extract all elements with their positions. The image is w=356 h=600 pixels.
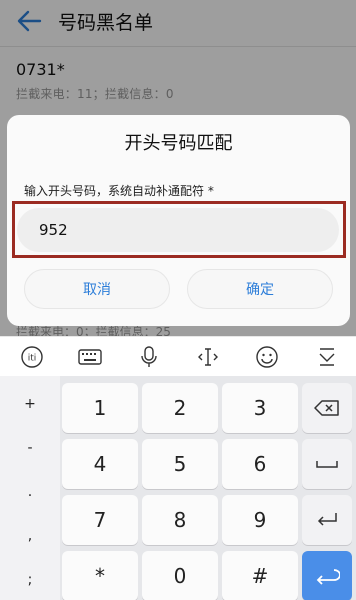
backspace-key[interactable] bbox=[302, 383, 352, 433]
digit-key-9[interactable]: 9 bbox=[222, 495, 298, 545]
input-hint: 输入开头号码，系统自动补通配符 * bbox=[24, 184, 214, 198]
space-key[interactable] bbox=[302, 439, 352, 489]
digit-key-7[interactable]: 7 bbox=[62, 495, 138, 545]
microphone-icon[interactable] bbox=[136, 344, 162, 370]
backspace-icon bbox=[314, 400, 339, 416]
digit-key-0[interactable]: 0 bbox=[142, 551, 218, 600]
digit-key-3[interactable]: 3 bbox=[222, 383, 298, 433]
digit-key-1[interactable]: 1 bbox=[62, 383, 138, 433]
enter-key[interactable] bbox=[302, 551, 352, 600]
cursor-move-icon[interactable] bbox=[195, 344, 221, 370]
symbol-key-semicolon[interactable]: ; bbox=[0, 572, 60, 588]
enter-icon bbox=[316, 569, 340, 585]
symbol-key-comma[interactable]: , bbox=[0, 528, 60, 544]
emoji-icon[interactable] bbox=[254, 344, 280, 370]
confirm-button[interactable]: 确定 bbox=[187, 269, 333, 309]
symbol-key-minus[interactable]: - bbox=[0, 440, 60, 456]
prefix-number-input[interactable] bbox=[17, 208, 339, 252]
newline-icon bbox=[317, 513, 337, 526]
dialog-title: 开头号码匹配 bbox=[124, 133, 233, 154]
ime-logo-icon[interactable]: iti bbox=[19, 344, 45, 370]
collapse-keyboard-icon[interactable] bbox=[314, 344, 340, 370]
digit-key-2[interactable]: 2 bbox=[142, 383, 218, 433]
ime-toolbar: iti bbox=[0, 336, 356, 376]
space-icon bbox=[316, 461, 338, 468]
digit-key-8[interactable]: 8 bbox=[142, 495, 218, 545]
keyboard-icon[interactable] bbox=[77, 344, 103, 370]
asterisk-key[interactable]: * bbox=[62, 551, 138, 600]
newline-key[interactable] bbox=[302, 495, 352, 545]
symbol-key-dot[interactable]: . bbox=[0, 484, 60, 500]
numeric-keyboard: + - . , ; 1 2 3 4 5 6 7 8 9 * 0 # bbox=[0, 376, 356, 600]
digit-key-4[interactable]: 4 bbox=[62, 439, 138, 489]
prefix-match-dialog: 开头号码匹配 输入开头号码，系统自动补通配符 * 取消 确定 bbox=[7, 115, 350, 326]
symbol-column: + - . , ; bbox=[0, 376, 60, 600]
hash-key[interactable]: # bbox=[222, 551, 298, 600]
digit-key-6[interactable]: 6 bbox=[222, 439, 298, 489]
svg-text:iti: iti bbox=[28, 354, 37, 364]
cancel-button[interactable]: 取消 bbox=[24, 269, 170, 309]
symbol-key-plus[interactable]: + bbox=[0, 396, 60, 412]
digit-key-5[interactable]: 5 bbox=[142, 439, 218, 489]
